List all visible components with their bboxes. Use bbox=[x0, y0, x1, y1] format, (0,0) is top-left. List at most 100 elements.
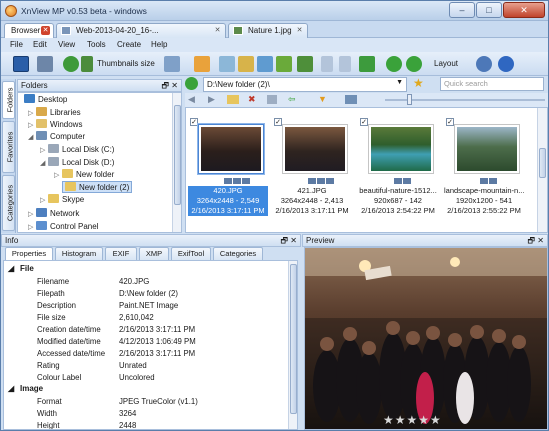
thumbnail-card[interactable]: ✓ 421.JPG 3264x2448 - 2,413 2/16/2013 3:… bbox=[272, 114, 352, 232]
tree-item-computer[interactable]: Computer bbox=[36, 131, 85, 143]
tab-exif[interactable]: EXIF bbox=[105, 247, 137, 260]
menu-file[interactable]: File bbox=[10, 40, 23, 49]
tab-categories[interactable]: Categories bbox=[213, 247, 263, 260]
expand-icon[interactable]: ▷ bbox=[40, 196, 45, 204]
rotate-left-icon[interactable] bbox=[386, 56, 402, 72]
tab-nature-image[interactable]: Nature 1.jpg ✕ bbox=[228, 23, 308, 38]
thumbnail-card[interactable]: ✓ beautiful-nature-1512... 920x687 - 142… bbox=[358, 114, 438, 232]
sort-icon[interactable] bbox=[164, 56, 180, 72]
tree-item-new-folder[interactable]: New folder bbox=[62, 169, 114, 181]
rotate-right-icon[interactable] bbox=[406, 56, 422, 72]
collapse-icon[interactable]: ◢ bbox=[40, 159, 45, 167]
close-panel-icon[interactable]: ✕ bbox=[171, 80, 178, 91]
thumbnails-size-icon[interactable] bbox=[81, 56, 93, 72]
path-field[interactable]: D:\New folder (2)\ ▼ bbox=[203, 77, 407, 92]
grid-view-icon[interactable] bbox=[37, 56, 53, 72]
scroll-thumb[interactable] bbox=[539, 148, 546, 178]
maximize-button[interactable]: □ bbox=[476, 2, 502, 18]
delete-icon[interactable]: ✖ bbox=[248, 94, 256, 105]
landscape-icon[interactable] bbox=[297, 56, 313, 72]
expand-icon[interactable]: ▷ bbox=[28, 223, 33, 231]
back-icon[interactable]: ◀ bbox=[188, 94, 195, 105]
slideshow-icon[interactable] bbox=[257, 56, 273, 72]
rename-icon[interactable] bbox=[267, 95, 277, 104]
close-window-button[interactable]: ✕ bbox=[503, 2, 545, 18]
refresh-arrow-icon[interactable] bbox=[63, 56, 79, 72]
float-panel-icon[interactable]: 🗗 bbox=[527, 235, 535, 246]
slider-handle[interactable] bbox=[407, 94, 412, 105]
group-toggle-icon[interactable]: ◢ bbox=[8, 384, 14, 393]
copy-icon[interactable] bbox=[219, 56, 235, 72]
checkbox[interactable]: ✓ bbox=[360, 118, 368, 126]
side-tab-categories[interactable]: Categories bbox=[2, 175, 15, 231]
collapse-icon[interactable]: ◢ bbox=[28, 133, 33, 141]
move-to-icon[interactable]: ⇦ bbox=[288, 94, 296, 105]
tab-web-image[interactable]: Web-2013-04-20_16-... ✕ bbox=[56, 23, 226, 38]
close-panel-icon[interactable]: ✕ bbox=[537, 235, 544, 246]
tree-item-desktop[interactable]: Desktop bbox=[24, 94, 67, 106]
close-panel-icon[interactable]: ✕ bbox=[290, 235, 297, 246]
scroll-thumb[interactable] bbox=[174, 105, 181, 205]
expand-icon[interactable]: ▷ bbox=[40, 146, 45, 154]
thumbnail-scrollbar[interactable] bbox=[537, 108, 547, 232]
properties-scrollbar[interactable] bbox=[288, 261, 297, 429]
tab-xmp[interactable]: XMP bbox=[139, 247, 169, 260]
menu-help[interactable]: Help bbox=[151, 40, 167, 49]
checkbox[interactable]: ✓ bbox=[190, 118, 198, 126]
checkbox[interactable]: ✓ bbox=[446, 118, 454, 126]
tree-item-network[interactable]: Network bbox=[36, 208, 79, 220]
float-panel-icon[interactable]: 🗗 bbox=[161, 80, 169, 91]
thumbnail-card[interactable]: ✓ 420.JPG 3264x2448 - 2,549 2/16/2013 3:… bbox=[188, 114, 268, 232]
up-arrow-icon[interactable] bbox=[359, 56, 375, 72]
tab-browser[interactable]: Browser ✕ bbox=[4, 23, 54, 38]
checkbox[interactable]: ✓ bbox=[274, 118, 282, 126]
view-mode-icon[interactable] bbox=[345, 95, 357, 104]
group-toggle-icon[interactable]: ◢ bbox=[8, 264, 14, 273]
expand-icon[interactable]: ▷ bbox=[28, 210, 33, 218]
rating-stars-icon[interactable]: ★★★★★ bbox=[383, 413, 442, 427]
layout-label[interactable]: Layout bbox=[434, 59, 458, 68]
tab-properties[interactable]: Properties bbox=[5, 247, 53, 260]
quick-search-input[interactable]: Quick search bbox=[440, 77, 544, 91]
thumbnail-card[interactable]: ✓ landscape-mountain-n... 1920x1200 - 54… bbox=[444, 114, 524, 232]
tree-item-disk-d[interactable]: Local Disk (D:) bbox=[48, 157, 114, 169]
minimize-button[interactable]: – bbox=[449, 2, 475, 18]
menu-view[interactable]: View bbox=[58, 40, 75, 49]
settings-gear-icon[interactable] bbox=[476, 56, 492, 72]
expand-icon[interactable]: ▷ bbox=[28, 121, 33, 129]
filter-icon[interactable] bbox=[194, 56, 210, 72]
close-tab-icon[interactable]: ✕ bbox=[41, 26, 50, 35]
tab-exiftool[interactable]: ExifTool bbox=[171, 247, 211, 260]
folder-tree-scrollbar[interactable] bbox=[172, 93, 181, 232]
menu-edit[interactable]: Edit bbox=[33, 40, 47, 49]
fullscreen-icon[interactable] bbox=[13, 56, 29, 72]
expand-icon[interactable]: ▷ bbox=[28, 109, 33, 117]
thumbnails-size-label[interactable]: Thumbnails size bbox=[97, 59, 155, 68]
close-tab-icon[interactable]: ✕ bbox=[295, 26, 304, 35]
help-icon[interactable] bbox=[498, 56, 514, 72]
tree-item-disk-c[interactable]: Local Disk (C:) bbox=[48, 144, 114, 156]
side-tab-folders[interactable]: Folders bbox=[2, 81, 15, 119]
menu-tools[interactable]: Tools bbox=[87, 40, 106, 49]
new-folder-icon[interactable] bbox=[227, 95, 239, 104]
tab-histogram[interactable]: Histogram bbox=[55, 247, 103, 260]
tree-item-windows[interactable]: Windows bbox=[36, 119, 82, 131]
tree-item-control-panel[interactable]: Control Panel bbox=[36, 221, 98, 232]
close-tab-icon[interactable]: ✕ bbox=[213, 26, 222, 35]
photo-icon[interactable] bbox=[276, 56, 292, 72]
filter-funnel-icon[interactable]: ▼ bbox=[318, 94, 327, 104]
move-icon[interactable] bbox=[238, 56, 254, 72]
go-back-icon[interactable] bbox=[185, 77, 198, 90]
tree-item-skype[interactable]: Skype bbox=[48, 194, 84, 206]
dropdown-arrow-icon[interactable]: ▼ bbox=[396, 79, 403, 86]
tree-item-new-folder-2[interactable]: New folder (2) bbox=[62, 181, 133, 193]
menu-create[interactable]: Create bbox=[117, 40, 141, 49]
forward-icon[interactable]: ▶ bbox=[208, 94, 215, 105]
forward-arrow-icon[interactable] bbox=[339, 56, 351, 72]
back-arrow-icon[interactable] bbox=[321, 56, 333, 72]
expand-icon[interactable]: ▷ bbox=[54, 171, 59, 179]
scroll-thumb[interactable] bbox=[290, 264, 297, 414]
side-tab-favorites[interactable]: Favorites bbox=[2, 121, 15, 173]
float-panel-icon[interactable]: 🗗 bbox=[280, 235, 288, 246]
tree-item-libraries[interactable]: Libraries bbox=[36, 107, 81, 119]
